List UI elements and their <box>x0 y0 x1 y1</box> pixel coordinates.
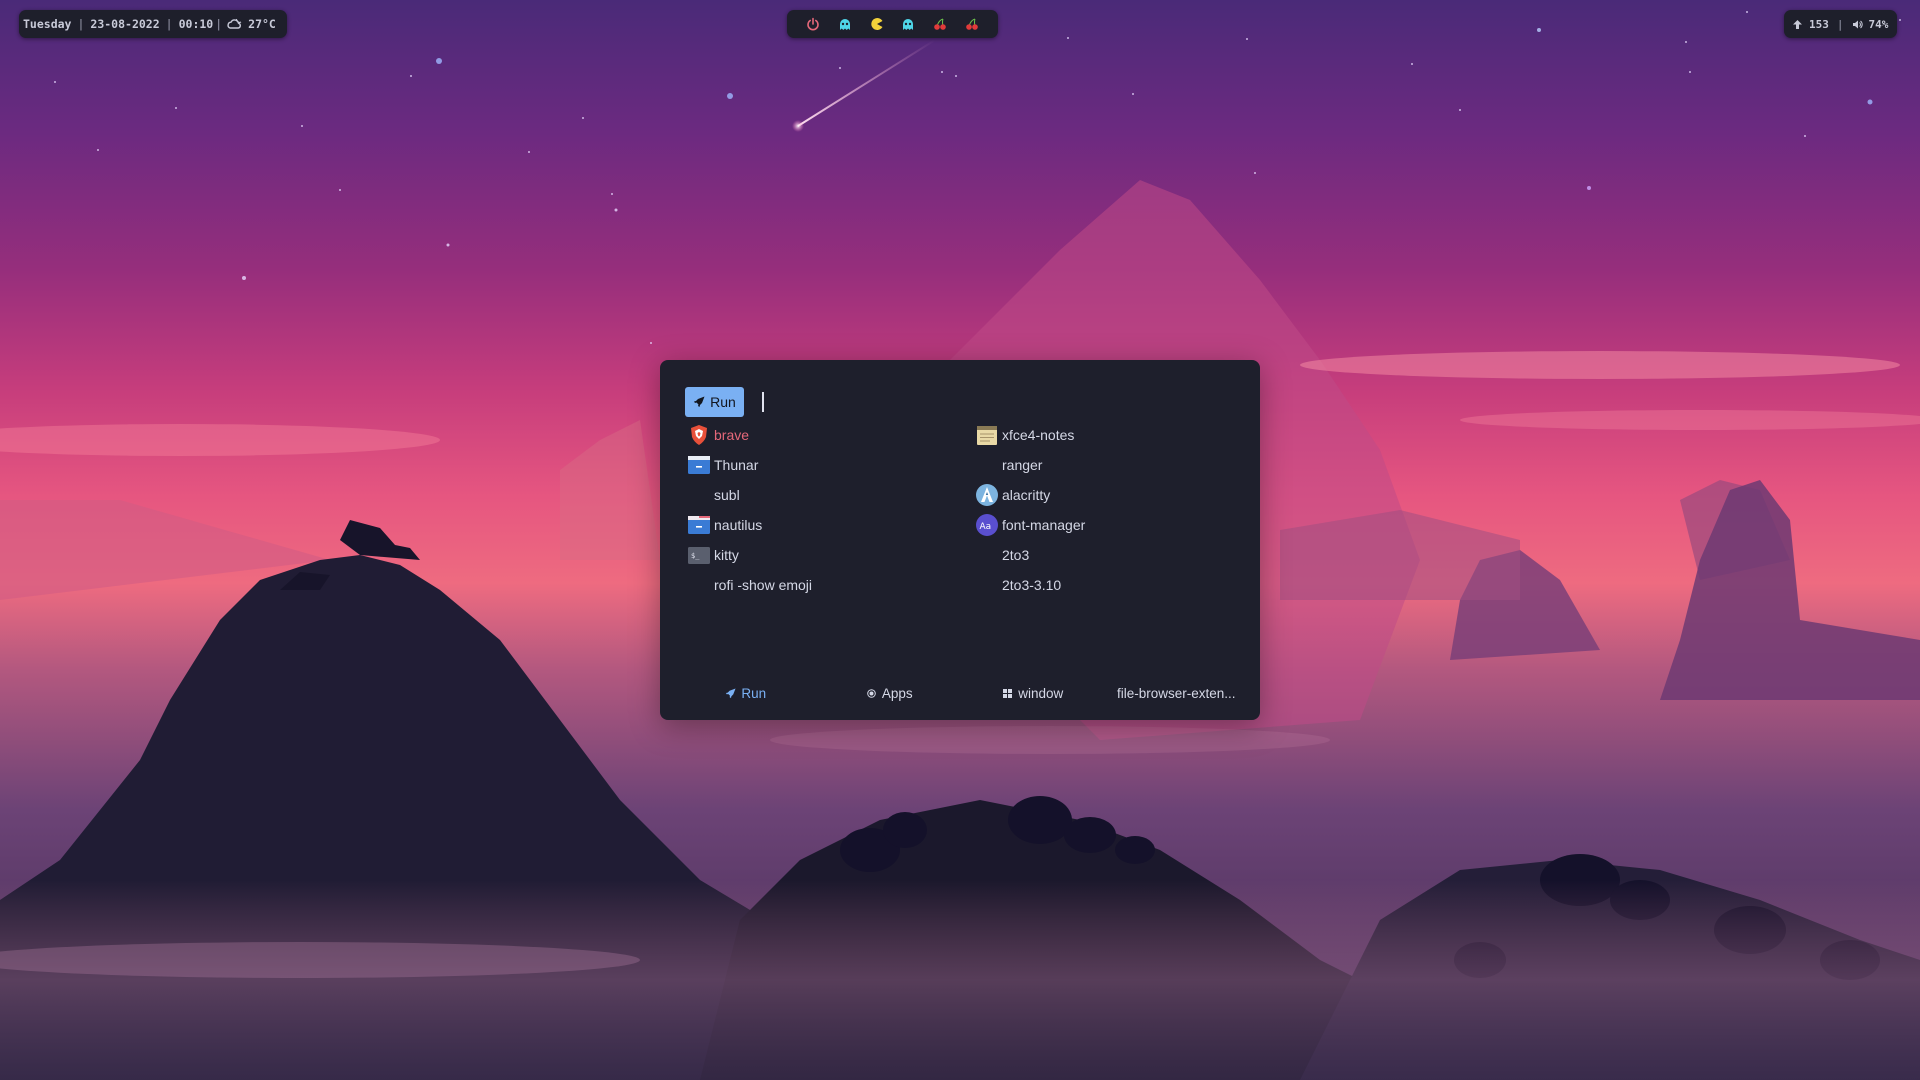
date-label: 23-08-2022 <box>90 17 160 31</box>
empty-icon <box>687 483 711 507</box>
entry-ranger[interactable]: ranger <box>975 450 1245 480</box>
entry-label: xfce4-notes <box>1002 427 1075 443</box>
empty-icon <box>687 573 711 597</box>
font-manager-icon: Aa <box>975 513 999 537</box>
entry-label: nautilus <box>714 517 763 533</box>
mode-file-browser[interactable]: file-browser-exten... <box>1105 686 1249 701</box>
prompt-row: Run <box>685 387 764 417</box>
entry-label: font-manager <box>1002 517 1086 533</box>
workspace-pacman-icon[interactable] <box>870 17 884 31</box>
terminal-icon: $_ <box>687 543 711 567</box>
day-label: Tuesday <box>23 17 72 31</box>
entry-label: alacritty <box>1002 487 1051 503</box>
entry-rofi-emoji[interactable]: rofi -show emoji <box>687 570 957 600</box>
power-icon[interactable] <box>806 17 820 31</box>
workspace-ghost-icon[interactable] <box>838 17 852 31</box>
entry-label: 2to3-3.10 <box>1002 577 1062 593</box>
entry-label: 2to3 <box>1002 547 1030 563</box>
clock-label: 00:10 <box>178 17 214 31</box>
rocket-icon <box>726 687 736 698</box>
entry-label: rofi -show emoji <box>714 577 813 593</box>
entry-2to3[interactable]: 2to3 <box>975 540 1245 570</box>
radio-dot-icon <box>867 688 876 698</box>
app-launcher: Run brave Thunar subl nautilus $_ kitty … <box>660 360 1260 720</box>
svg-text:Aa: Aa <box>980 522 992 532</box>
alacritty-icon <box>975 483 999 507</box>
volume-level[interactable]: 74% <box>1869 18 1889 31</box>
text-cursor <box>762 392 764 412</box>
entry-font-manager[interactable]: Aa font-manager <box>975 510 1245 540</box>
mode-apps[interactable]: Apps <box>818 686 962 701</box>
separator: | <box>77 17 85 31</box>
entry-label: kitty <box>714 547 739 563</box>
folder-icon <box>687 453 711 477</box>
entry-label: subl <box>714 487 740 503</box>
mode-label: file-browser-exten... <box>1116 685 1236 701</box>
workspace-ghost-icon[interactable] <box>901 17 915 31</box>
separator: | <box>215 17 223 31</box>
mode-label: window <box>1018 685 1064 701</box>
empty-icon <box>975 453 999 477</box>
grid-icon <box>1003 688 1013 698</box>
prompt-label: Run <box>710 394 736 410</box>
date-time-weather-module: Tuesday | 23-08-2022 | 00:10 | 27°C <box>19 10 287 38</box>
entry-subl[interactable]: subl <box>687 480 957 510</box>
entry-2to3-3-10[interactable]: 2to3-3.10 <box>975 570 1245 600</box>
brave-icon <box>687 423 711 447</box>
entry-nautilus[interactable]: nautilus <box>687 510 957 540</box>
entry-label: Thunar <box>714 457 759 473</box>
workspace-cherry-icon[interactable] <box>965 17 979 31</box>
run-prompt: Run <box>685 387 744 417</box>
separator: | <box>1836 17 1844 31</box>
svg-text:$_: $_ <box>691 552 700 560</box>
mode-label: Run <box>741 685 767 701</box>
empty-icon <box>975 573 999 597</box>
updates-count[interactable]: 153 <box>1809 18 1829 31</box>
entry-label: brave <box>714 427 750 443</box>
mode-run[interactable]: Run <box>674 686 818 701</box>
mode-label: Apps <box>881 685 913 701</box>
entry-kitty[interactable]: $_ kitty <box>687 540 957 570</box>
workspace-module <box>787 10 998 38</box>
volume-icon <box>1852 20 1863 28</box>
rocket-icon <box>694 396 705 407</box>
folder-icon <box>687 513 711 537</box>
entry-label: ranger <box>1002 457 1043 473</box>
empty-icon <box>975 543 999 567</box>
separator: | <box>165 17 173 31</box>
arrow-up-icon <box>1793 19 1802 29</box>
system-status-module: 153 | 74% <box>1784 10 1897 38</box>
entry-alacritty[interactable]: alacritty <box>975 480 1245 510</box>
mode-window[interactable]: window <box>961 686 1105 701</box>
entry-brave[interactable]: brave <box>687 420 957 450</box>
entry-xfce4-notes[interactable]: xfce4-notes <box>975 420 1245 450</box>
temperature-label: 27°C <box>248 17 276 31</box>
mode-switcher: Run Apps window file-browser-exten... <box>674 682 1248 704</box>
workspace-cherry-icon[interactable] <box>933 17 947 31</box>
cloud-moon-icon <box>227 18 242 29</box>
entry-thunar[interactable]: Thunar <box>687 450 957 480</box>
notes-icon <box>975 423 999 447</box>
